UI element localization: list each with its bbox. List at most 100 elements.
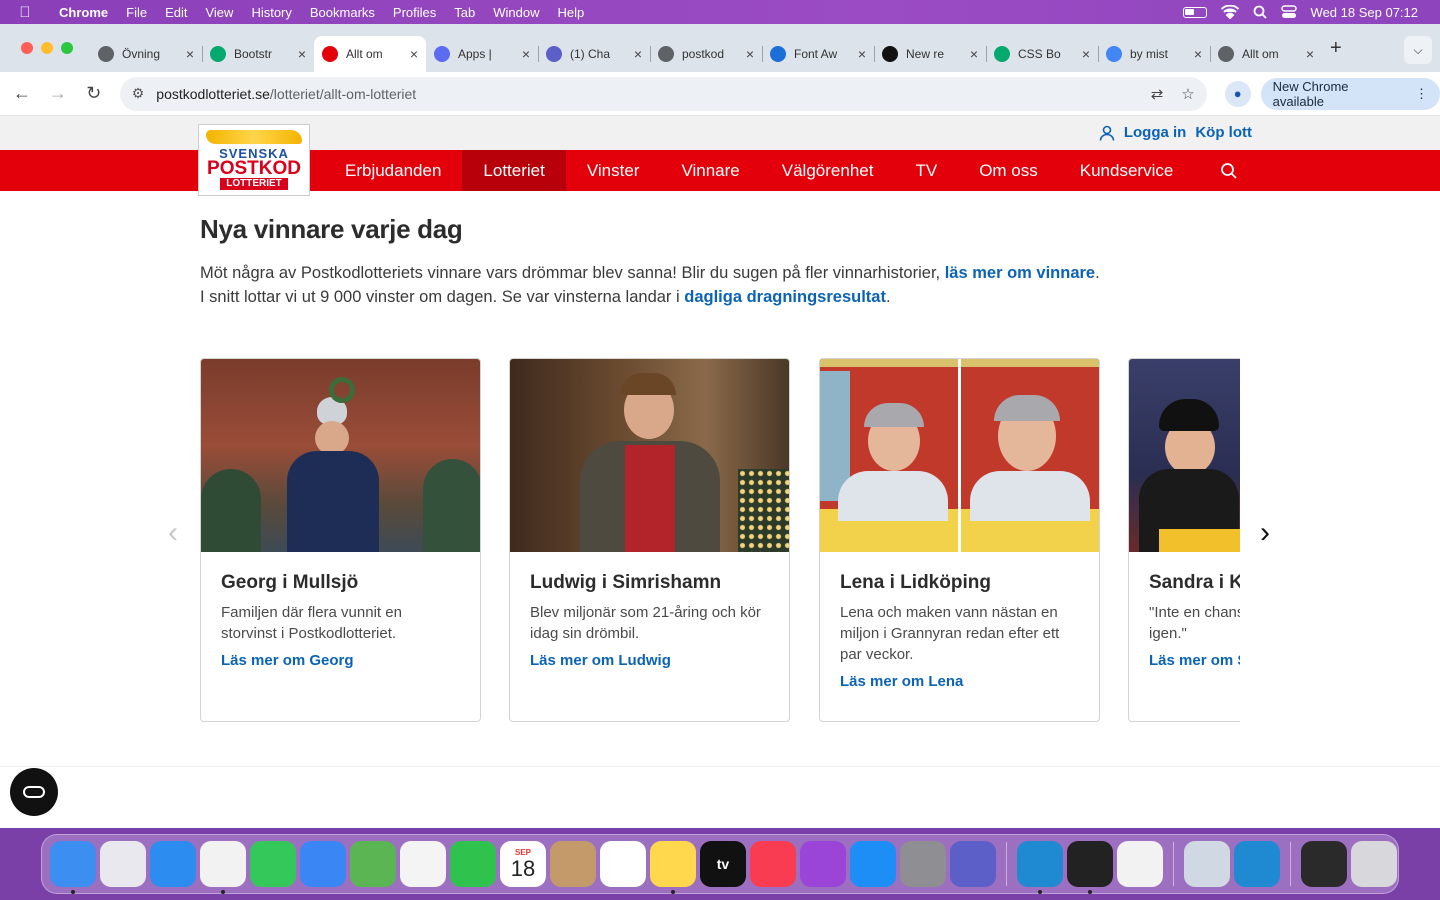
menu-bookmarks[interactable]: Bookmarks [301, 5, 384, 20]
textedit-icon[interactable] [1117, 841, 1163, 887]
close-tab-icon[interactable]: × [1082, 46, 1090, 62]
tab-9[interactable]: by mist × [1098, 36, 1210, 72]
daily-draw-results-link[interactable]: dagliga dragningsresultat [684, 288, 886, 306]
spotlight-icon[interactable] [1253, 5, 1267, 19]
photos-icon[interactable] [400, 841, 446, 887]
tab-search-button[interactable]: ⌵ [1404, 36, 1432, 64]
tab-10[interactable]: Allt om × [1210, 36, 1322, 72]
tab-8[interactable]: CSS Bo × [986, 36, 1098, 72]
forward-button[interactable]: → [40, 83, 76, 104]
menu-view[interactable]: View [196, 5, 242, 20]
winner-card-georg[interactable]: Georg i Mullsjö Familjen där flera vunni… [200, 358, 481, 722]
menu-profiles[interactable]: Profiles [384, 5, 445, 20]
calendar-icon[interactable]: SEP 18 [500, 841, 546, 887]
tab-1[interactable]: Bootstr × [202, 36, 314, 72]
kebab-menu-icon[interactable]: ⋮ [1415, 86, 1428, 102]
tab-4[interactable]: (1) Cha × [538, 36, 650, 72]
login-link[interactable]: Logga in [1124, 124, 1187, 141]
appletv-icon[interactable]: tv [700, 841, 746, 887]
tab-2[interactable]: Allt om × [314, 36, 426, 72]
close-tab-icon[interactable]: × [522, 46, 530, 62]
teams-icon[interactable] [950, 841, 996, 887]
search-icon[interactable] [1220, 162, 1238, 180]
menu-window[interactable]: Window [484, 5, 548, 20]
mail-icon[interactable] [300, 841, 346, 887]
postkodlotteriet-logo[interactable]: SVENSKA POSTKOD LOTTERIET [198, 124, 310, 196]
close-tab-icon[interactable]: × [634, 46, 642, 62]
battery-icon[interactable] [1182, 6, 1207, 18]
tab-5[interactable]: postkod × [650, 36, 762, 72]
vscode-icon[interactable] [1017, 841, 1063, 894]
maps-icon[interactable] [350, 841, 396, 887]
profile-avatar-icon[interactable]: ● [1224, 80, 1251, 107]
read-more-georg-link[interactable]: Läs mer om Georg [221, 652, 460, 669]
music-icon[interactable] [750, 841, 796, 887]
zoom-window-button[interactable] [61, 42, 73, 54]
clock[interactable]: Wed 18 Sep 07:12 [1311, 5, 1418, 20]
new-chrome-available-button[interactable]: New Chrome available ⋮ [1260, 77, 1440, 110]
close-tab-icon[interactable]: × [186, 46, 194, 62]
menu-file[interactable]: File [117, 5, 156, 20]
vscode-icon[interactable] [1234, 841, 1280, 887]
winner-card-ludwig[interactable]: Ludwig i Simrishamn Blev miljonär som 21… [509, 358, 790, 722]
bookmark-star-icon[interactable]: ☆ [1181, 85, 1194, 103]
trash-icon[interactable] [1351, 841, 1397, 887]
apple-icon[interactable]:  [0, 4, 50, 21]
read-more-winners-link[interactable]: läs mer om vinnare [945, 264, 1095, 282]
reload-button[interactable]: ↻ [76, 83, 112, 104]
nav-item-4[interactable]: Välgörenhet [761, 150, 895, 191]
launchpad-icon[interactable] [100, 841, 146, 887]
messages-icon[interactable] [250, 841, 296, 887]
site-info-icon[interactable]: ⚙ [132, 85, 145, 102]
address-bar[interactable]: ⚙ postkodlotteriet.se/lotteriet/allt-om-… [119, 76, 1207, 111]
chrome-icon[interactable] [200, 841, 246, 894]
menu-help[interactable]: Help [549, 5, 594, 20]
tab-7[interactable]: New re × [874, 36, 986, 72]
tab-3[interactable]: Apps | × [426, 36, 538, 72]
screen-icon[interactable] [1301, 841, 1347, 887]
close-tab-icon[interactable]: × [858, 46, 866, 62]
appstore-icon[interactable] [850, 841, 896, 887]
tab-0[interactable]: Övning × [90, 36, 202, 72]
settings-icon[interactable] [900, 841, 946, 887]
safari-icon[interactable] [150, 841, 196, 887]
nav-item-0[interactable]: Erbjudanden [324, 150, 462, 191]
podcasts-icon[interactable] [800, 841, 846, 887]
user-icon[interactable] [1099, 125, 1115, 141]
nav-item-7[interactable]: Kundservice [1059, 150, 1195, 191]
close-tab-icon[interactable]: × [1194, 46, 1202, 62]
menu-edit[interactable]: Edit [156, 5, 196, 20]
carousel-next-arrow[interactable]: › [1260, 518, 1270, 548]
read-more-sandra-link[interactable]: Läs mer om Sandra [1149, 652, 1240, 669]
close-tab-icon[interactable]: × [1306, 46, 1314, 62]
close-tab-icon[interactable]: × [746, 46, 754, 62]
notes-icon[interactable] [650, 841, 696, 894]
close-window-button[interactable] [21, 42, 33, 54]
nav-item-1[interactable]: Lotteriet [462, 150, 566, 191]
translate-icon[interactable]: ⇄ [1151, 85, 1164, 103]
winner-card-lena[interactable]: Lena i Lidköping Lena och maken vann näs… [819, 358, 1100, 722]
menu-history[interactable]: History [242, 5, 300, 20]
facetime-icon[interactable] [450, 841, 496, 887]
tab-6[interactable]: Font Aw × [762, 36, 874, 72]
close-tab-icon[interactable]: × [298, 46, 306, 62]
finder-icon[interactable] [50, 841, 96, 894]
contacts-icon[interactable] [550, 841, 596, 887]
close-tab-icon[interactable]: × [410, 46, 418, 62]
read-more-ludwig-link[interactable]: Läs mer om Ludwig [530, 652, 769, 669]
winner-card-sandra[interactable]: Sandra i Karlstad "Inte en chans att jag… [1128, 358, 1240, 722]
nav-item-3[interactable]: Vinnare [660, 150, 760, 191]
back-button[interactable]: ← [4, 83, 40, 104]
menu-app-name[interactable]: Chrome [50, 5, 117, 20]
nav-item-5[interactable]: TV [894, 150, 958, 191]
minimize-window-button[interactable] [41, 42, 53, 54]
terminal-icon[interactable] [1067, 841, 1113, 894]
wifi-icon[interactable] [1220, 5, 1239, 19]
control-center-icon[interactable] [1280, 5, 1297, 19]
preview-icon[interactable] [1184, 841, 1230, 887]
reminders-icon[interactable] [600, 841, 646, 887]
read-more-lena-link[interactable]: Läs mer om Lena [840, 673, 1079, 690]
nav-item-2[interactable]: Vinster [566, 150, 661, 191]
accessibility-button[interactable] [10, 768, 58, 816]
menu-tab[interactable]: Tab [445, 5, 484, 20]
